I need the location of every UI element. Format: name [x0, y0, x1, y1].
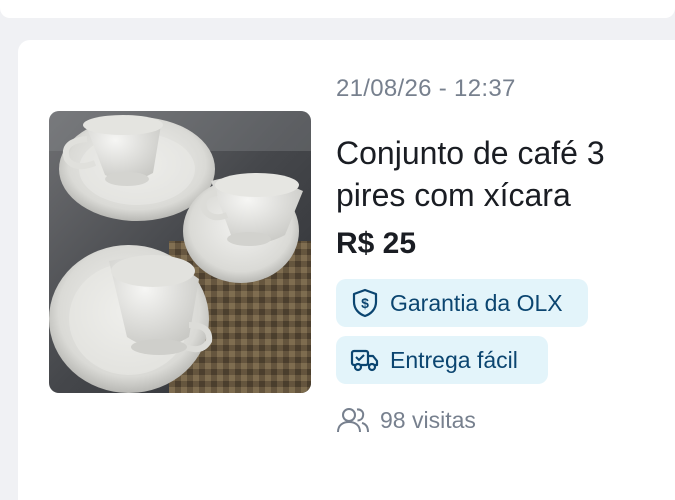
easy-delivery-badge: Entrega fácil	[336, 336, 548, 384]
listing-title[interactable]: Conjunto de café 3 pires com xícara	[336, 132, 656, 216]
visits-label: 98 visitas	[380, 406, 476, 433]
delivery-truck-icon	[350, 345, 380, 375]
easy-delivery-label: Entrega fácil	[390, 346, 518, 373]
olx-guarantee-badge: $ Garantia da OLX	[336, 279, 588, 327]
listing-date: 21/08/26 - 12:37	[336, 75, 516, 102]
listing-card[interactable]: 21/08/26 - 12:37 Conjunto de café 3 pire…	[18, 40, 675, 500]
olx-guarantee-label: Garantia da OLX	[390, 289, 563, 316]
listing-price: R$ 25	[336, 227, 417, 260]
previous-listing-card[interactable]	[0, 0, 675, 18]
listing-photo[interactable]	[49, 111, 311, 393]
svg-text:$: $	[361, 295, 369, 311]
visits-count: 98 visitas	[336, 405, 476, 435]
shield-dollar-icon: $	[350, 288, 380, 318]
users-icon	[336, 405, 370, 435]
